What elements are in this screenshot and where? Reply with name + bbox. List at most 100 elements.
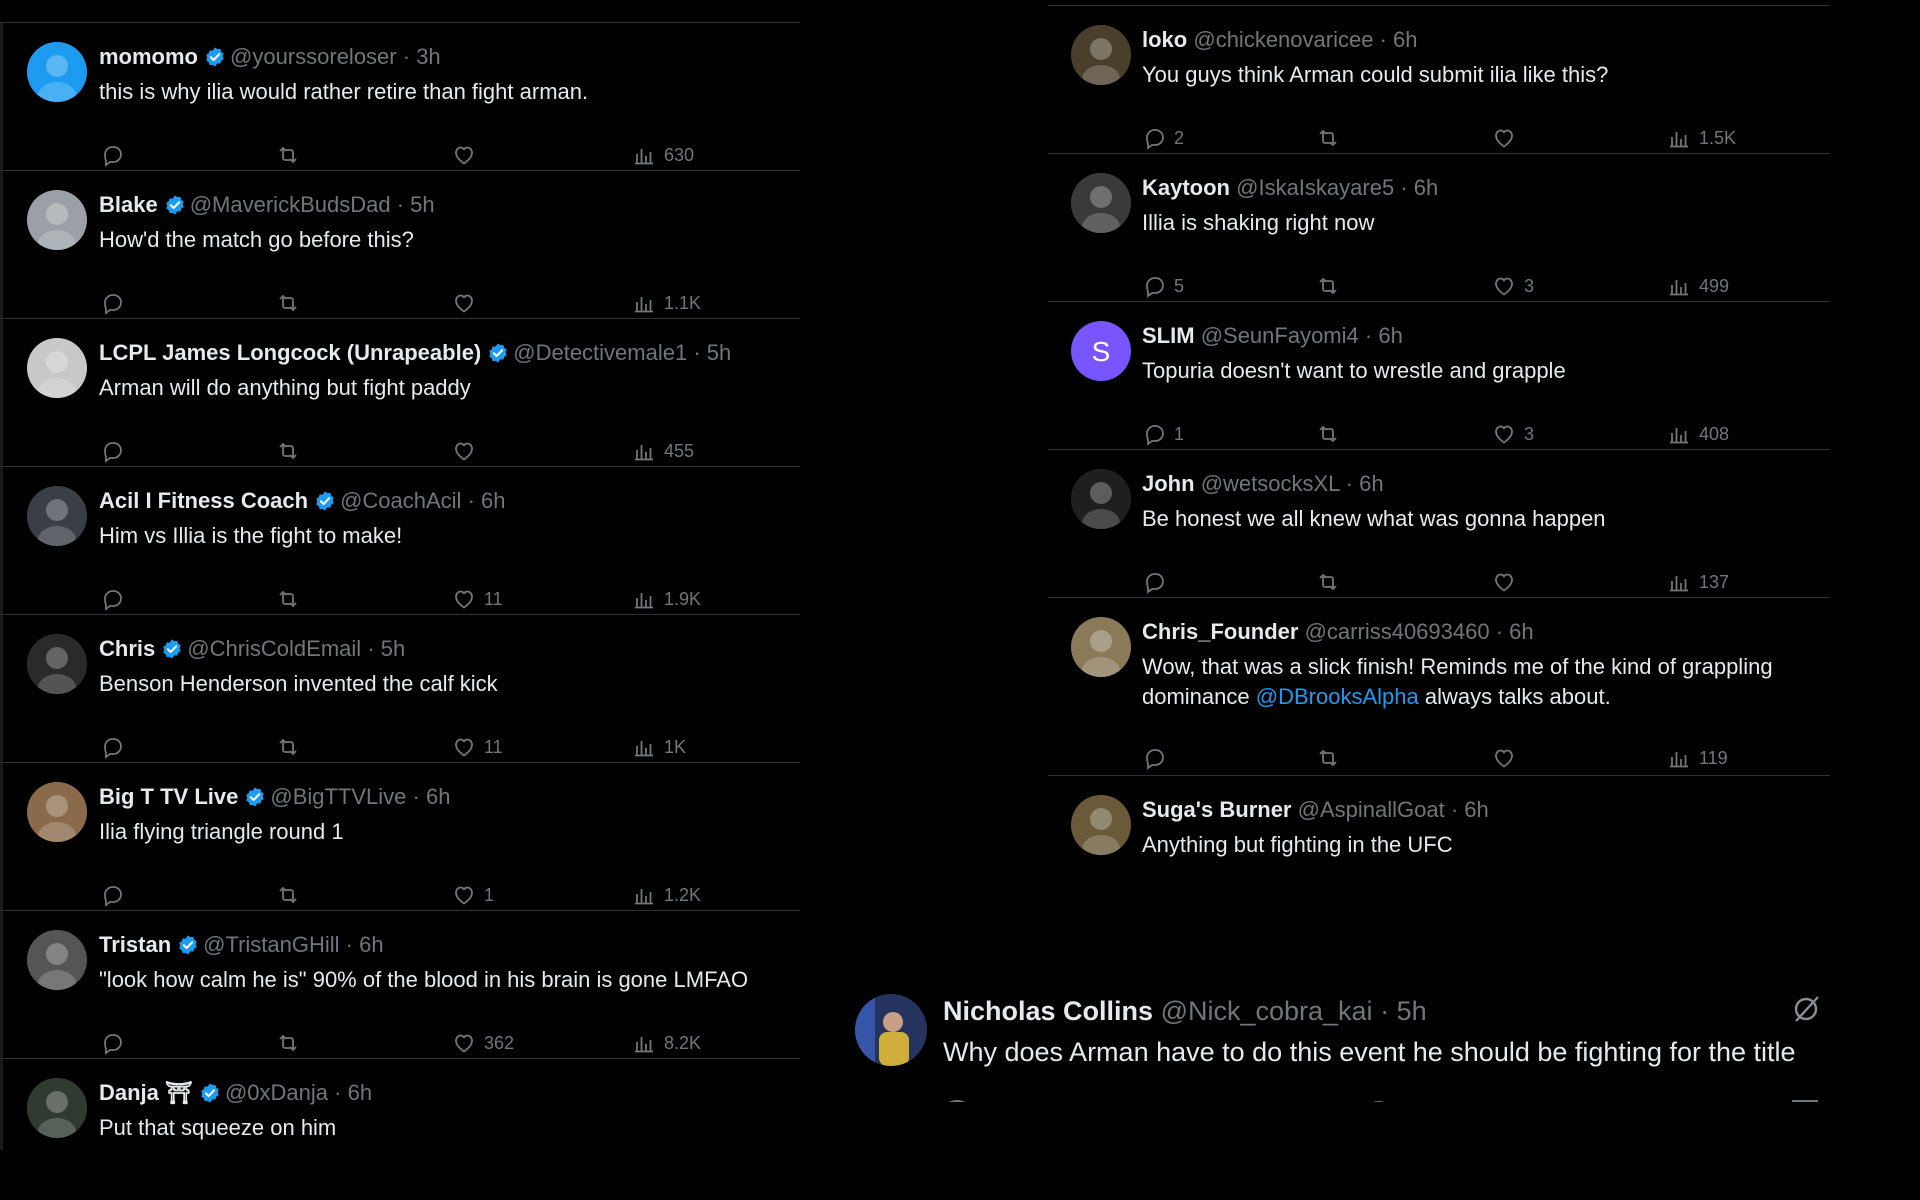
timestamp[interactable]: 6h (1509, 619, 1533, 644)
reply-button[interactable]: 2 (1142, 126, 1184, 150)
timestamp[interactable]: 6h (1464, 797, 1488, 822)
views-button[interactable]: 137 (1667, 570, 1729, 594)
author-name[interactable]: Acil I Fitness Coach (99, 488, 308, 513)
repost-button[interactable] (276, 735, 308, 759)
reply-button[interactable] (1142, 746, 1174, 770)
author-name[interactable]: Tristan (99, 932, 171, 957)
like-button[interactable]: 11 (452, 735, 503, 759)
repost-button[interactable] (1316, 126, 1348, 150)
reply-tweet[interactable]: Acil I Fitness Coach @CoachAcil · 6h Him v… (0, 467, 800, 615)
reply-tweet[interactable]: Suga's Burner @AspinallGoat · 6h Anything… (1048, 776, 1830, 924)
author-handle[interactable]: @Nick_cobra_kai (1161, 996, 1373, 1026)
author-handle[interactable]: @carriss40693460 (1305, 619, 1490, 644)
reply-button[interactable] (100, 883, 132, 907)
reply-button[interactable] (1142, 570, 1174, 594)
repost-button[interactable] (276, 1031, 308, 1055)
timestamp[interactable]: 6h (1393, 27, 1417, 52)
timestamp[interactable]: 5h (707, 340, 731, 365)
timestamp[interactable]: 3h (416, 44, 440, 69)
views-button[interactable]: 499 (1667, 274, 1729, 298)
author-handle[interactable]: @TristanGHill (203, 932, 339, 957)
author-name[interactable]: Big T TV Live (99, 784, 238, 809)
author-handle[interactable]: @0xDanja (225, 1080, 328, 1105)
verified-badge-icon[interactable] (314, 490, 336, 512)
author-handle[interactable]: @IskaIskayare5 (1236, 175, 1394, 200)
views-button[interactable]: 630 (632, 143, 694, 167)
like-button[interactable] (1492, 570, 1524, 594)
avatar[interactable] (1071, 173, 1131, 233)
views-button[interactable]: 1.9K (632, 587, 701, 611)
like-button[interactable] (1492, 746, 1524, 770)
reply-button[interactable]: 1 (1142, 422, 1184, 446)
views-button[interactable]: 1K (632, 735, 686, 759)
reply-tweet[interactable]: S SLIM @SeunFayomi4 · 6h Topuria doesn't w… (1048, 302, 1830, 450)
avatar[interactable] (27, 190, 87, 250)
reply-tweet[interactable]: LCPL James Longcock (Unrapeable) @Detecti… (0, 319, 800, 467)
avatar[interactable]: S (1071, 321, 1131, 381)
author-name[interactable]: Danja ⛩ (99, 1080, 193, 1105)
reply-tweet[interactable]: John @wetsocksXL · 6h Be honest we all kn… (1048, 450, 1830, 598)
reply-tweet[interactable]: Danja ⛩ @0xDanja · 6h Put that squeeze on … (0, 1059, 800, 1150)
avatar[interactable] (855, 994, 927, 1066)
views-button[interactable]: 8.2K (632, 1031, 701, 1055)
reply-button[interactable] (100, 291, 132, 315)
verified-badge-icon[interactable] (177, 934, 199, 956)
avatar[interactable] (1071, 795, 1131, 855)
timestamp[interactable]: 6h (1359, 471, 1383, 496)
author-handle[interactable]: @chickenovaricee (1193, 27, 1373, 52)
timestamp[interactable]: 5h (1397, 996, 1427, 1026)
like-button[interactable]: 3 (1492, 274, 1534, 298)
avatar[interactable] (1071, 469, 1131, 529)
timestamp[interactable]: 6h (1378, 323, 1402, 348)
author-name[interactable]: Blake (99, 192, 158, 217)
verified-badge-icon[interactable] (161, 638, 183, 660)
repost-button[interactable] (276, 439, 308, 463)
repost-button[interactable] (276, 143, 308, 167)
avatar[interactable] (27, 782, 87, 842)
author-name[interactable]: Chris (99, 636, 155, 661)
author-name[interactable]: Suga's Burner (1142, 797, 1292, 822)
timestamp[interactable]: 5h (410, 192, 434, 217)
avatar[interactable] (27, 486, 87, 546)
reply-button[interactable] (100, 735, 132, 759)
reply-tweet[interactable]: Kaytoon @IskaIskayare5 · 6h Illia is shak… (1048, 154, 1830, 302)
verified-badge-icon[interactable] (164, 194, 186, 216)
author-name[interactable]: Chris_Founder (1142, 619, 1298, 644)
reply-tweet[interactable]: momomo @yourssoreloser · 3h this is why il… (0, 23, 800, 171)
timestamp[interactable]: 5h (381, 636, 405, 661)
timestamp[interactable]: 6h (481, 488, 505, 513)
avatar[interactable] (27, 1078, 87, 1138)
mention-link[interactable]: @DBrooksAlpha (1256, 684, 1419, 709)
featured-reply[interactable]: Nicholas Collins @Nick_cobra_kai · 5h Wh… (855, 990, 1835, 1102)
author-handle[interactable]: @AspinallGoat (1298, 797, 1445, 822)
like-button[interactable]: 11 (452, 587, 503, 611)
repost-button[interactable] (1316, 746, 1348, 770)
like-button[interactable]: 3 (1492, 422, 1534, 446)
author-handle[interactable]: @wetsocksXL (1201, 471, 1340, 496)
avatar[interactable] (27, 338, 87, 398)
views-button[interactable]: 455 (632, 439, 694, 463)
timestamp[interactable]: 6h (348, 1080, 372, 1105)
views-button[interactable]: 1.2K (632, 883, 701, 907)
author-name[interactable]: LCPL James Longcock (Unrapeable) (99, 340, 481, 365)
repost-button[interactable] (276, 587, 308, 611)
like-button[interactable] (452, 143, 484, 167)
verified-badge-icon[interactable] (204, 46, 226, 68)
author-handle[interactable]: @ChrisColdEmail (187, 636, 361, 661)
author-handle[interactable]: @BigTTVLive (270, 784, 406, 809)
views-button[interactable]: 408 (1667, 422, 1729, 446)
avatar[interactable] (27, 634, 87, 694)
avatar[interactable] (1071, 25, 1131, 85)
author-handle[interactable]: @CoachAcil (340, 488, 461, 513)
views-button[interactable]: 1.5K (1667, 126, 1736, 150)
author-name[interactable]: SLIM (1142, 323, 1195, 348)
grok-icon[interactable] (1791, 994, 1821, 1024)
reply-button[interactable] (100, 439, 132, 463)
reply-tweet[interactable]: Chris_Founder @carriss40693460 · 6h Wow, … (1048, 598, 1830, 776)
author-name[interactable]: loko (1142, 27, 1187, 52)
reply-tweet[interactable]: loko @chickenovaricee · 6h You guys think… (1048, 6, 1830, 154)
reply-tweet[interactable]: Chris @ChrisColdEmail · 5h Benson Henderso… (0, 615, 800, 763)
reply-button[interactable]: 5 (1142, 274, 1184, 298)
like-button[interactable] (452, 439, 484, 463)
timestamp[interactable]: 6h (426, 784, 450, 809)
